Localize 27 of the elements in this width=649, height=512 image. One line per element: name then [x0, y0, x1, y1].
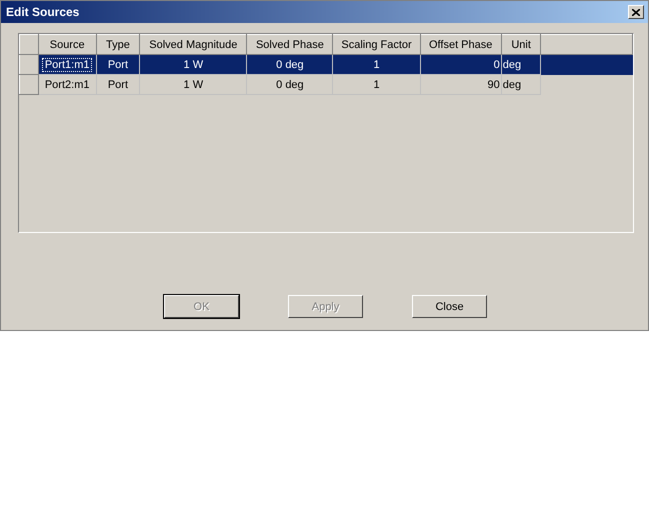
- column-header[interactable]: Solved Phase: [246, 34, 333, 54]
- table-cell: 0 deg: [246, 74, 333, 94]
- row-header[interactable]: [20, 74, 38, 94]
- table-cell: 0: [420, 54, 502, 74]
- column-header[interactable]: Offset Phase: [420, 34, 502, 54]
- table-cell: 1 W: [140, 54, 247, 74]
- close-button[interactable]: [628, 5, 644, 19]
- close-icon: [632, 8, 640, 16]
- table-cell: 90: [420, 74, 502, 94]
- table-cell: deg: [501, 54, 541, 74]
- dialog-button[interactable]: Close: [412, 295, 487, 318]
- column-header[interactable]: Solved Magnitude: [140, 34, 247, 54]
- table-cell: 1 W: [140, 74, 247, 94]
- table-cell: 1: [332, 74, 420, 94]
- column-header[interactable]: Source: [38, 34, 96, 54]
- table-cell: 1: [332, 54, 420, 74]
- column-header[interactable]: Scaling Factor: [332, 34, 420, 54]
- row-header[interactable]: [20, 54, 38, 74]
- table-cell: 0 deg: [246, 54, 333, 74]
- table-cell: Port: [96, 74, 140, 94]
- table-cell: deg: [501, 74, 541, 94]
- table-cell: Port1:m1: [38, 54, 96, 74]
- table-cell: Port: [96, 54, 140, 74]
- column-header[interactable]: Unit: [501, 34, 541, 54]
- table-cell: Port2:m1: [38, 74, 96, 94]
- window-title: Edit Sources: [6, 5, 80, 19]
- column-header[interactable]: Type: [96, 34, 140, 54]
